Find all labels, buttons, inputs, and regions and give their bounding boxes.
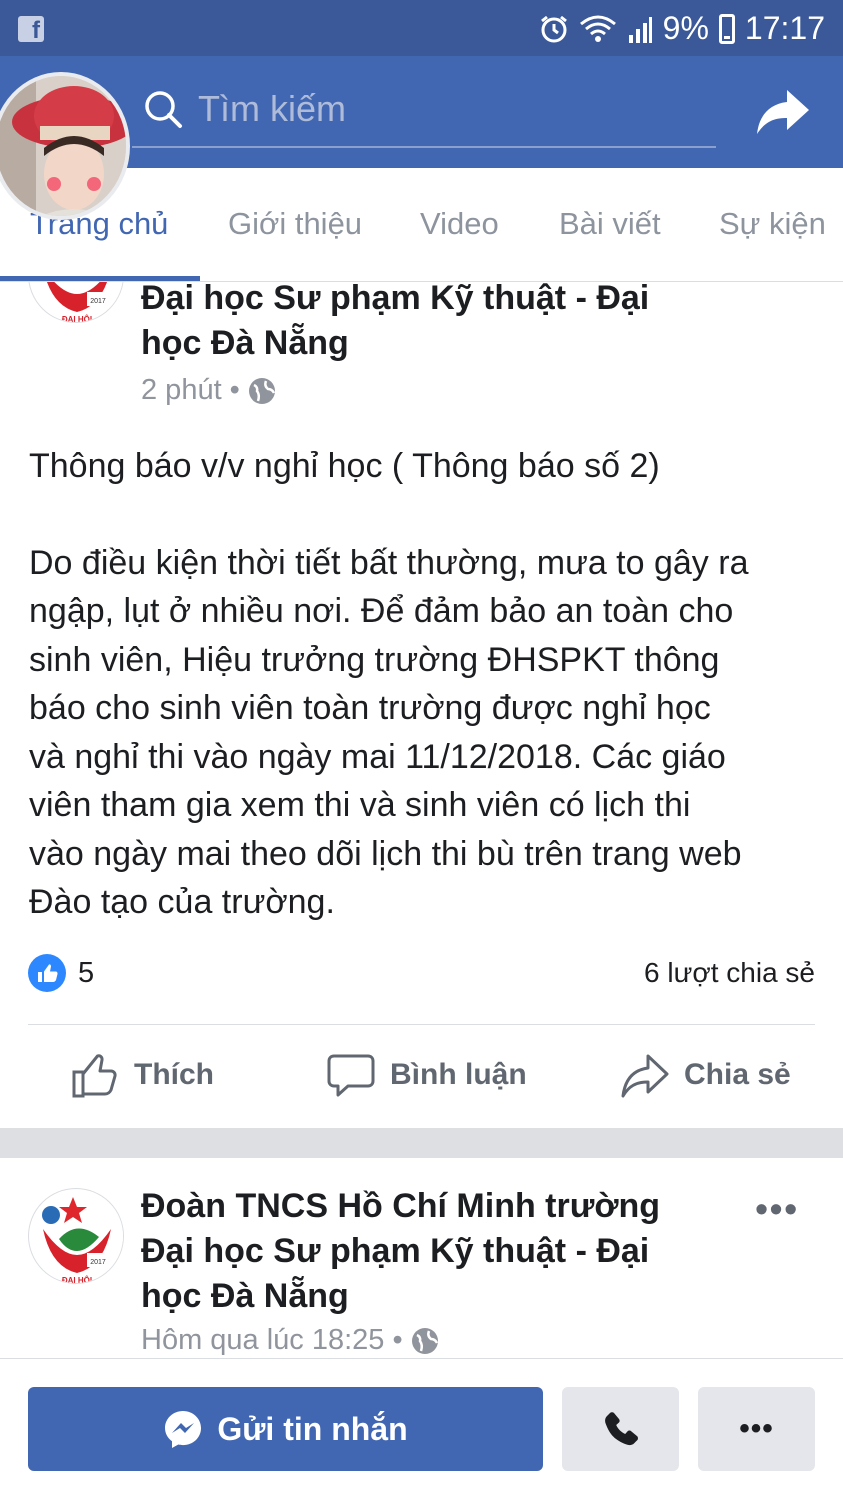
post-meta: Hôm qua lúc 18:25 • [141,1324,439,1357]
post-title: Thông báo v/v nghỉ học ( Thông báo số 2) [29,447,660,485]
comment-icon [327,1054,375,1097]
tab-posts[interactable]: Bài viết [559,206,661,242]
union-logo-image: 2017 ĐẠI HỘI [30,1190,123,1284]
post-line: sinh viên, Hiệu trưởng trường ĐHSPKT thô… [29,640,720,679]
more-dots-icon: ••• [739,1412,774,1445]
share-arrow-icon[interactable] [753,80,813,140]
wifi-icon [579,15,616,42]
search-icon [145,91,182,128]
tab-events[interactable]: Sự kiện [719,206,826,242]
thumbs-up-icon [72,1054,117,1098]
post-author[interactable]: Đại học Sư phạm Kỹ thuật - Đại học Đà Nẵ… [141,282,649,366]
post-line: ngập, lụt ở nhiều nơi. Để đảm bảo an toà… [29,592,734,630]
globe-icon [411,1327,438,1354]
svg-text:2017: 2017 [90,1259,106,1266]
battery-percent: 9% [662,10,709,46]
more-button[interactable]: ••• [698,1387,815,1471]
post-line: Do điều kiện thời tiết bất thường, mưa t… [29,543,749,582]
like-label: Thích [134,1058,214,1091]
signal-icon [628,16,652,43]
alarm-icon [540,15,567,42]
post-line: báo cho sinh viên toàn trường được nghỉ … [29,689,711,727]
like-count: 5 [78,956,95,989]
active-tab-indicator [0,276,200,281]
post-card: 2017 ĐẠI HỘI Đại học Sư phạm Kỹ thuật - … [0,282,843,1128]
post-line: và nghỉ thi vào ngày mai 11/12/2018. Các… [29,737,726,776]
tab-video[interactable]: Video [420,206,499,242]
author-line: Đại học Sư phạm Kỹ thuật - Đại [141,282,650,317]
share-label: Chia sẻ [684,1058,791,1091]
post-line: vào ngày mai theo dõi lịch thi bù trên t… [29,834,742,873]
feed-separator [0,1128,843,1158]
comment-button[interactable]: Bình luận [326,1050,527,1100]
author-line: học Đà Nẵng [141,1277,349,1315]
share-button[interactable]: Chia sẻ [620,1050,791,1100]
messenger-icon [165,1411,202,1448]
svg-text:2017: 2017 [90,298,106,305]
comment-label: Bình luận [390,1058,527,1091]
post-time[interactable]: 2 phút [141,374,222,407]
svg-text:ĐẠI HỘI: ĐẠI HỘI [62,1276,92,1284]
like-button[interactable]: Thích [70,1050,214,1100]
send-message-button[interactable]: Gửi tin nhắn [28,1387,543,1471]
author-line: Đoàn TNCS Hồ Chí Minh trường [141,1187,661,1225]
battery-icon [718,13,735,44]
author-line: học Đà Nẵng [141,324,349,362]
bottom-action-bar: Gửi tin nhắn ••• [0,1358,843,1498]
meta-dot: • [392,1324,403,1356]
post-body: Thông báo v/v nghỉ học ( Thông báo số 2)… [29,442,829,927]
page-logo[interactable]: 2017 ĐẠI HỘI [28,282,124,323]
status-bar: f 9% 17:17 [0,0,843,56]
post-author[interactable]: Đoàn TNCS Hồ Chí Minh trường Đại học Sư … [141,1184,660,1319]
tab-about[interactable]: Giới thiệu [228,206,362,242]
like-reaction-icon [28,954,66,992]
page-tabs: Trang chủ Giới thiệu Video Bài viết Sự k… [0,168,843,282]
globe-icon [248,377,275,404]
post-line: Đào tạo của trường. [29,883,335,921]
meta-dot: • [229,374,240,406]
author-line: Đại học Sư phạm Kỹ thuật - Đại [141,1232,650,1270]
facebook-icon: f [18,16,44,42]
post-time[interactable]: Hôm qua lúc 18:25 [141,1324,384,1357]
share-count[interactable]: 6 lượt chia sẻ [644,957,815,989]
call-button[interactable] [562,1387,679,1471]
search-bar[interactable]: Tìm kiếm [132,72,716,148]
send-message-label: Gửi tin nhắn [217,1410,408,1447]
svg-text:ĐẠI HỘI: ĐẠI HỘI [62,315,92,323]
post-card: 2017 ĐẠI HỘI Đoàn TNCS Hồ Chí Minh trườn… [0,1158,843,1358]
reaction-summary[interactable]: 5 [28,954,94,992]
page-logo[interactable]: 2017 ĐẠI HỘI [28,1188,124,1284]
post-meta: 2 phút • [141,374,276,407]
union-logo-image: 2017 ĐẠI HỘI [30,282,123,323]
status-icons: 9% 17:17 [539,10,825,47]
post-line: viên tham gia xem thi và sinh viên có lị… [29,786,691,824]
clock: 17:17 [744,10,825,46]
divider [28,1024,815,1025]
search-input[interactable]: Tìm kiếm [198,88,346,130]
share-icon [621,1054,669,1098]
phone-icon [604,1412,638,1446]
more-options-icon[interactable]: ••• [755,1188,799,1230]
